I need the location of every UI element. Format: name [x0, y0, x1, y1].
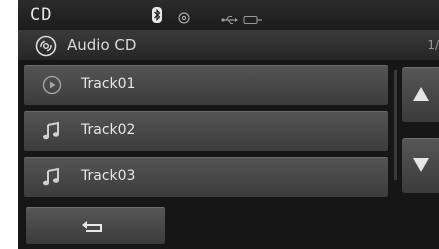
back-button[interactable] [26, 207, 165, 244]
page-indicator: 1/ [427, 38, 439, 52]
return-icon [82, 221, 102, 232]
scroll-divider [394, 70, 397, 180]
status-bar: CD [18, 0, 439, 31]
source-header: Audio CD 1/ [18, 31, 439, 60]
track-label: Track01 [81, 76, 136, 92]
arrow-up-icon [413, 87, 429, 101]
screen-title: CD [30, 5, 53, 25]
cd-screen: CD Audio CD 1/ Track01 Track02 Track03 [18, 0, 439, 249]
track-item-1[interactable]: Track01 [24, 65, 388, 105]
track-label: Track02 [81, 122, 136, 138]
bluetooth-icon [152, 7, 162, 27]
scroll-down-button[interactable] [402, 138, 439, 193]
music-note-icon [42, 121, 62, 145]
aux-icon [243, 10, 263, 29]
usb-icon [221, 10, 239, 29]
track-item-2[interactable]: Track02 [24, 111, 388, 151]
scroll-up-button[interactable] [402, 67, 439, 122]
cd-disc-icon [178, 9, 190, 28]
play-circle-icon [42, 75, 62, 99]
source-title: Audio CD [67, 36, 137, 54]
track-item-3[interactable]: Track03 [24, 157, 388, 197]
track-label: Track03 [81, 168, 136, 184]
music-note-icon [42, 167, 62, 191]
arrow-down-icon [413, 158, 429, 172]
audio-cd-icon [35, 35, 57, 61]
